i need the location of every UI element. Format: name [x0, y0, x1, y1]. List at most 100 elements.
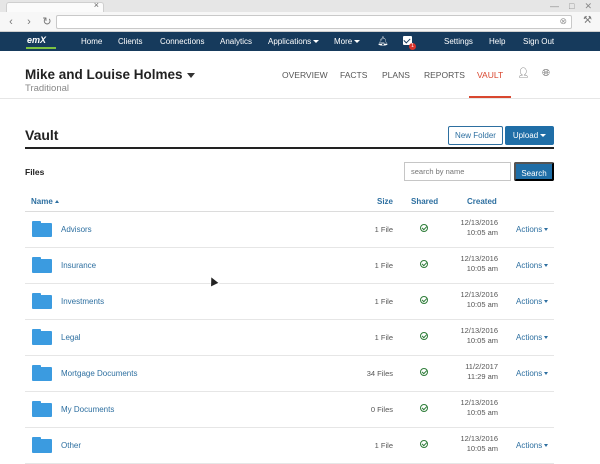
column-header-shared[interactable]: Shared [411, 197, 438, 206]
folder-icon [32, 365, 52, 381]
created-date-time: 10:05 am [466, 300, 498, 309]
browser-tab-strip: × — □ ✕ [0, 0, 600, 12]
folder-name-link[interactable]: Advisors [61, 225, 92, 234]
table-row[interactable]: Other 1 File 12/13/2016 10:05 am Actions [25, 428, 554, 464]
nav-help[interactable]: Help [489, 37, 505, 46]
column-header-size[interactable]: Size [377, 197, 393, 206]
actions-label: Actions [516, 441, 543, 450]
tab-reports[interactable]: REPORTS [424, 70, 465, 80]
new-folder-button[interactable]: New Folder [448, 126, 503, 145]
nav-more[interactable]: More [334, 37, 361, 46]
tab-overview[interactable]: OVERVIEW [282, 70, 328, 80]
folder-name-link[interactable]: Investments [61, 297, 104, 306]
nav-clients[interactable]: Clients [118, 37, 142, 46]
table-row[interactable]: My Documents 0 Files 12/13/2016 10:05 am [25, 392, 554, 428]
tab-facts[interactable]: FACTS [340, 70, 367, 80]
minimize-icon[interactable]: — [550, 1, 559, 12]
table-row[interactable]: Mortgage Documents 34 Files 11/2/2017 11:29… [25, 356, 554, 392]
actions-label: Actions [516, 333, 543, 342]
shared-check-icon [420, 368, 428, 376]
sort-ascending-icon [54, 200, 59, 204]
created-date-time: 10:05 am [466, 228, 498, 237]
created-date: 11/2/2017 11:29 am [465, 362, 498, 382]
close-window-icon[interactable]: ✕ [584, 1, 592, 12]
client-switcher[interactable]: Mike and Louise Holmes [25, 67, 195, 82]
upload-label: Upload [512, 131, 539, 140]
shared-check-icon [420, 296, 428, 304]
actions-dropdown[interactable]: Actions [516, 261, 549, 270]
back-icon[interactable]: ‹ [4, 15, 18, 29]
folder-name-link[interactable]: Legal [61, 333, 81, 342]
actions-dropdown[interactable]: Actions [516, 225, 549, 234]
extension-icon[interactable]: ⚒ [583, 15, 592, 26]
tab-vault[interactable]: VAULT [477, 70, 503, 80]
maximize-icon[interactable]: □ [569, 1, 574, 12]
reload-icon[interactable]: ↻ [40, 15, 54, 29]
created-date-time: 11:29 am [467, 372, 498, 381]
client-header: Mike and Louise Holmes Traditional OVERV… [0, 51, 600, 99]
forward-icon[interactable]: › [22, 15, 36, 29]
created-date-day: 12/13/2016 [460, 434, 498, 443]
created-date-day: 12/13/2016 [460, 218, 498, 227]
chevron-down-icon [544, 372, 549, 376]
folder-name-link[interactable]: Mortgage Documents [61, 369, 137, 378]
tab-plans[interactable]: PLANS [382, 70, 410, 80]
table-row[interactable]: Insurance 1 File 12/13/2016 10:05 am Actions [25, 248, 554, 284]
browser-tab[interactable]: × [6, 0, 104, 12]
address-bar[interactable]: ⊗ [56, 15, 572, 29]
title-divider [25, 147, 554, 149]
created-date: 12/13/2016 10:05 am [460, 326, 498, 346]
table-row[interactable]: Legal 1 File 12/13/2016 10:05 am Actions [25, 320, 554, 356]
bell-icon[interactable]: 🔔︎ [377, 36, 388, 47]
actions-label: Actions [516, 297, 543, 306]
search-input[interactable] [404, 162, 511, 181]
folder-name-link[interactable]: Insurance [61, 261, 96, 270]
search-button[interactable]: Search [514, 162, 554, 181]
column-header-name[interactable]: Name [31, 197, 59, 206]
table-row[interactable]: Advisors 1 File 12/13/2016 10:05 am Actions [25, 212, 554, 248]
chevron-down-icon [354, 40, 361, 44]
chevron-down-icon [544, 264, 549, 268]
created-date: 12/13/2016 10:05 am [460, 398, 498, 418]
nav-sign-out[interactable]: Sign Out [523, 37, 554, 46]
nav-home[interactable]: Home [81, 37, 102, 46]
files-heading: Files [25, 167, 45, 177]
shared-check-icon [420, 404, 428, 412]
logo[interactable]: emX [26, 34, 56, 49]
column-header-name-label: Name [31, 197, 53, 206]
chevron-down-icon [544, 228, 549, 232]
settings-icon[interactable]: ⊗ [559, 16, 567, 27]
nav-connections[interactable]: Connections [160, 37, 204, 46]
user-icon[interactable]: 👤︎ [517, 68, 530, 79]
client-type: Traditional [25, 83, 70, 94]
folder-size: 0 Files [370, 405, 393, 414]
folder-size: 1 File [374, 333, 393, 342]
created-date: 12/13/2016 10:05 am [460, 218, 498, 238]
created-date: 12/13/2016 10:05 am [460, 254, 498, 274]
column-header-created[interactable]: Created [467, 197, 497, 206]
actions-label: Actions [516, 369, 543, 378]
upload-button[interactable]: Upload [505, 126, 554, 145]
actions-dropdown[interactable]: Actions [516, 333, 549, 342]
created-date-time: 10:05 am [466, 408, 498, 417]
actions-dropdown[interactable]: Actions [516, 297, 549, 306]
created-date-day: 12/13/2016 [460, 398, 498, 407]
close-tab-icon[interactable]: × [94, 0, 99, 10]
folder-name-link[interactable]: Other [61, 441, 81, 450]
folder-icon [32, 401, 52, 417]
chevron-down-icon [544, 336, 549, 340]
nav-applications[interactable]: Applications [268, 37, 320, 46]
globe-icon[interactable]: 🌐︎ [542, 68, 550, 79]
actions-dropdown[interactable]: Actions [516, 369, 549, 378]
window-controls: — □ ✕ [550, 1, 592, 12]
chevron-down-icon [544, 300, 549, 304]
table-row[interactable]: Investments 1 File 12/13/2016 10:05 am Actio… [25, 284, 554, 320]
nav-settings[interactable]: Settings [444, 37, 473, 46]
actions-dropdown[interactable]: Actions [516, 441, 549, 450]
nav-analytics[interactable]: Analytics [220, 37, 252, 46]
folder-icon [32, 257, 52, 273]
page-title: Vault [25, 127, 59, 143]
created-date-day: 12/13/2016 [460, 254, 498, 263]
folder-name-link[interactable]: My Documents [61, 405, 114, 414]
notification-badge: 1 [409, 43, 416, 50]
